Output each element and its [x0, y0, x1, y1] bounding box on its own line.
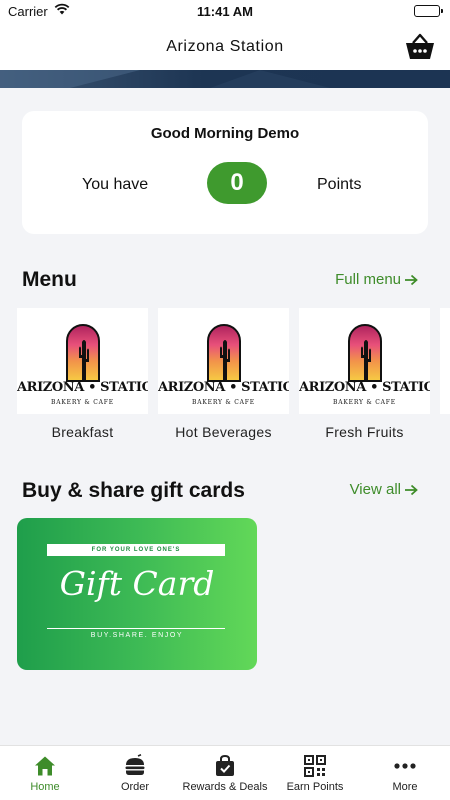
nav-bar: Arizona Station — [0, 24, 450, 70]
qr-code-icon — [304, 755, 326, 777]
tab-label: Home — [30, 781, 60, 793]
page-title: Arizona Station — [166, 38, 284, 55]
cactus-logo-icon — [66, 324, 100, 382]
arrow-right-icon — [405, 484, 418, 495]
cactus-logo-icon — [207, 324, 241, 382]
menu-item-image: ARIZONA • STATION BAKERY & CAFE — [17, 308, 148, 414]
logo-name: ARIZONA • STATION — [17, 380, 148, 395]
greeting-message: Good Morning Demo — [150, 125, 300, 142]
tab-more[interactable]: More — [360, 746, 450, 800]
menu-title: Menu — [22, 268, 77, 291]
cactus-logo-icon — [348, 324, 382, 382]
tab-earn-points[interactable]: Earn Points — [270, 746, 360, 800]
menu-item-label: Breakfast — [51, 424, 114, 440]
gift-cards-title: Buy & share gift cards — [22, 479, 245, 502]
gift-card[interactable]: FOR YOUR LOVE ONE'S Gift Card BUY.SHARE.… — [17, 518, 257, 670]
logo-subtitle: BAKERY & CAFE — [333, 399, 396, 406]
arrow-right-icon — [405, 274, 418, 285]
menu-item-fresh-fruits[interactable]: ARIZONA • STATION BAKERY & CAFE Fresh Fr… — [299, 308, 430, 440]
basket-icon[interactable] — [404, 32, 436, 62]
points-badge: 0 — [207, 162, 267, 204]
tab-bar: Home Order Rewards & Deals Earn Points M… — [0, 745, 450, 800]
gift-card-divider — [47, 628, 225, 629]
logo-subtitle: BAKERY & CAFE — [51, 399, 114, 406]
menu-carousel[interactable]: ARIZONA • STATION BAKERY & CAFE Breakfas… — [17, 308, 450, 448]
points-card: Good Morning Demo You have 0 Points — [22, 111, 428, 234]
gift-card-tagline: BUY.SHARE. ENJOY — [90, 632, 184, 639]
full-menu-link[interactable]: Full menu — [335, 271, 418, 288]
tab-label: Rewards & Deals — [182, 781, 268, 793]
full-menu-label: Full menu — [335, 271, 401, 288]
view-all-label: View all — [349, 481, 401, 498]
tab-label: More — [392, 781, 418, 793]
tab-rewards-deals[interactable]: Rewards & Deals — [180, 746, 270, 800]
menu-item-image: ARIZONA • STATION BAKERY & CAFE — [158, 308, 289, 414]
gift-card-top-text: FOR YOUR LOVE ONE'S — [47, 544, 225, 556]
menu-item-breakfast[interactable]: ARIZONA • STATION BAKERY & CAFE Breakfas… — [17, 308, 148, 440]
menu-item-label: Fresh Fruits — [325, 424, 404, 440]
status-time: 11:41 AM — [197, 4, 253, 19]
points-suffix: Points — [317, 176, 362, 193]
view-all-link[interactable]: View all — [350, 481, 418, 498]
menu-item-hot-beverages[interactable]: ARIZONA • STATION BAKERY & CAFE Hot Beve… — [158, 308, 289, 440]
logo-subtitle: BAKERY & CAFE — [192, 399, 255, 406]
points-prefix: You have — [82, 176, 149, 193]
menu-item-partial[interactable] — [440, 308, 450, 414]
tab-home[interactable]: Home — [0, 746, 90, 800]
status-bar: Carrier 11:41 AM — [0, 0, 450, 24]
bag-check-icon — [216, 754, 234, 776]
tab-label: Earn Points — [286, 781, 344, 793]
tab-label: Order — [120, 781, 150, 793]
menu-item-label: Hot Beverages — [175, 424, 272, 440]
home-icon — [35, 756, 55, 776]
menu-item-image — [440, 308, 450, 414]
more-dots-icon — [394, 763, 416, 769]
menu-item-image: ARIZONA • STATION BAKERY & CAFE — [299, 308, 430, 414]
battery-icon — [414, 5, 443, 17]
burger-icon — [125, 754, 145, 775]
header-banner — [0, 70, 450, 88]
logo-name: ARIZONA • STATION — [299, 380, 430, 395]
logo-name: ARIZONA • STATION — [158, 380, 289, 395]
tab-order[interactable]: Order — [90, 746, 180, 800]
gift-card-title: Gift Card — [59, 564, 215, 603]
